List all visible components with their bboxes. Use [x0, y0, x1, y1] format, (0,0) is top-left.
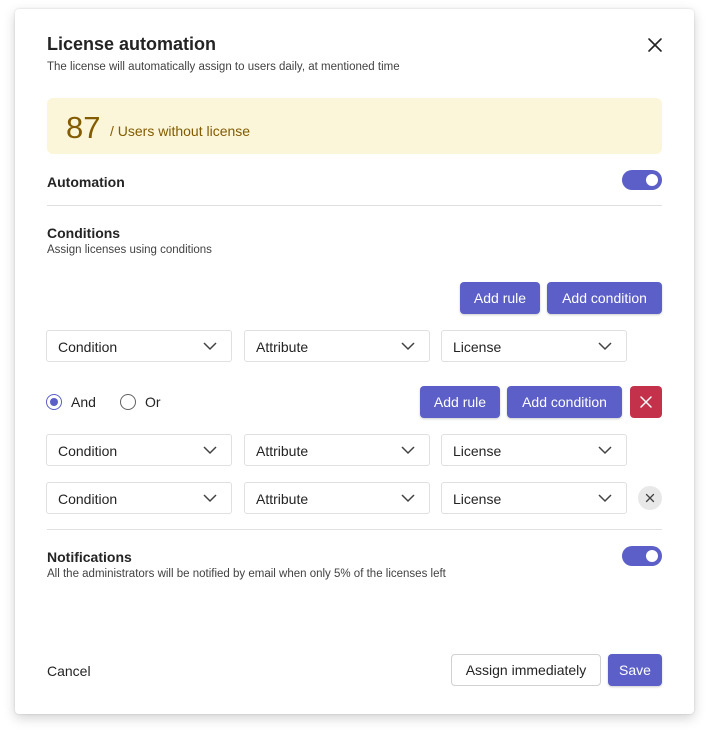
- dialog-title: License automation: [47, 34, 217, 54]
- notifications-subtitle: All the administrators will be notified …: [47, 568, 446, 580]
- dialog-subtitle: The license will automatically assign to…: [47, 61, 400, 73]
- chevron-down-icon: [401, 494, 415, 503]
- notifications-toggle[interactable]: [622, 546, 662, 566]
- condition-dropdown[interactable]: Condition: [46, 330, 232, 362]
- automation-label: Automation: [47, 174, 125, 190]
- condition-dropdown[interactable]: Condition: [46, 482, 232, 514]
- condition-dropdown-value: Condition: [58, 491, 118, 507]
- conditions-subtitle: Assign licenses using conditions: [47, 244, 212, 256]
- users-without-license-count: 87: [66, 110, 101, 145]
- attribute-dropdown-value: Attribute: [256, 339, 309, 355]
- delete-x-icon: [640, 396, 652, 408]
- toggle-knob: [646, 550, 658, 562]
- divider: [47, 205, 662, 206]
- notifications-title: Notifications: [47, 549, 132, 565]
- or-radio-label: Or: [145, 394, 161, 410]
- license-dropdown-value: License: [453, 491, 502, 507]
- automation-toggle[interactable]: [622, 170, 662, 190]
- or-radio[interactable]: Or: [120, 394, 161, 410]
- condition-dropdown[interactable]: Condition: [46, 434, 232, 466]
- close-icon: [645, 493, 655, 503]
- add-condition-button[interactable]: Add condition: [547, 282, 662, 314]
- add-rule-button[interactable]: Add rule: [460, 282, 540, 314]
- attribute-dropdown-value: Attribute: [256, 443, 309, 459]
- chevron-down-icon: [598, 446, 612, 455]
- and-radio[interactable]: And: [46, 394, 96, 410]
- and-radio-label: And: [71, 394, 96, 410]
- license-dropdown[interactable]: License: [441, 482, 627, 514]
- conditions-title: Conditions: [47, 225, 121, 241]
- chevron-down-icon: [203, 342, 217, 351]
- license-dropdown[interactable]: License: [441, 434, 627, 466]
- attribute-dropdown[interactable]: Attribute: [244, 434, 430, 466]
- condition-dropdown-value: Condition: [58, 339, 118, 355]
- chevron-down-icon: [203, 446, 217, 455]
- divider: [47, 529, 662, 530]
- license-dropdown-value: License: [453, 443, 502, 459]
- attribute-dropdown[interactable]: Attribute: [244, 330, 430, 362]
- toggle-knob: [646, 174, 658, 186]
- chevron-down-icon: [598, 342, 612, 351]
- chevron-down-icon: [401, 342, 415, 351]
- users-without-license-label: / Users without license: [110, 123, 251, 139]
- license-dropdown-value: License: [453, 339, 502, 355]
- chevron-down-icon: [598, 494, 612, 503]
- license-automation-dialog: License automation The license will auto…: [15, 9, 694, 714]
- radio-circle: [120, 394, 136, 410]
- group-add-condition-button[interactable]: Add condition: [507, 386, 622, 418]
- delete-group-button[interactable]: [630, 386, 662, 418]
- assign-immediately-button[interactable]: Assign immediately: [451, 654, 601, 686]
- chevron-down-icon: [203, 494, 217, 503]
- chevron-down-icon: [401, 446, 415, 455]
- cancel-button[interactable]: Cancel: [47, 663, 91, 679]
- radio-circle-checked: [46, 394, 62, 410]
- remove-condition-button[interactable]: [638, 486, 662, 510]
- attribute-dropdown[interactable]: Attribute: [244, 482, 430, 514]
- license-dropdown[interactable]: License: [441, 330, 627, 362]
- close-icon: [648, 38, 662, 52]
- users-without-license-banner: 87 / Users without license: [47, 98, 662, 154]
- attribute-dropdown-value: Attribute: [256, 491, 309, 507]
- condition-dropdown-value: Condition: [58, 443, 118, 459]
- group-add-rule-button[interactable]: Add rule: [420, 386, 500, 418]
- save-button[interactable]: Save: [608, 654, 662, 686]
- close-button[interactable]: [643, 33, 667, 57]
